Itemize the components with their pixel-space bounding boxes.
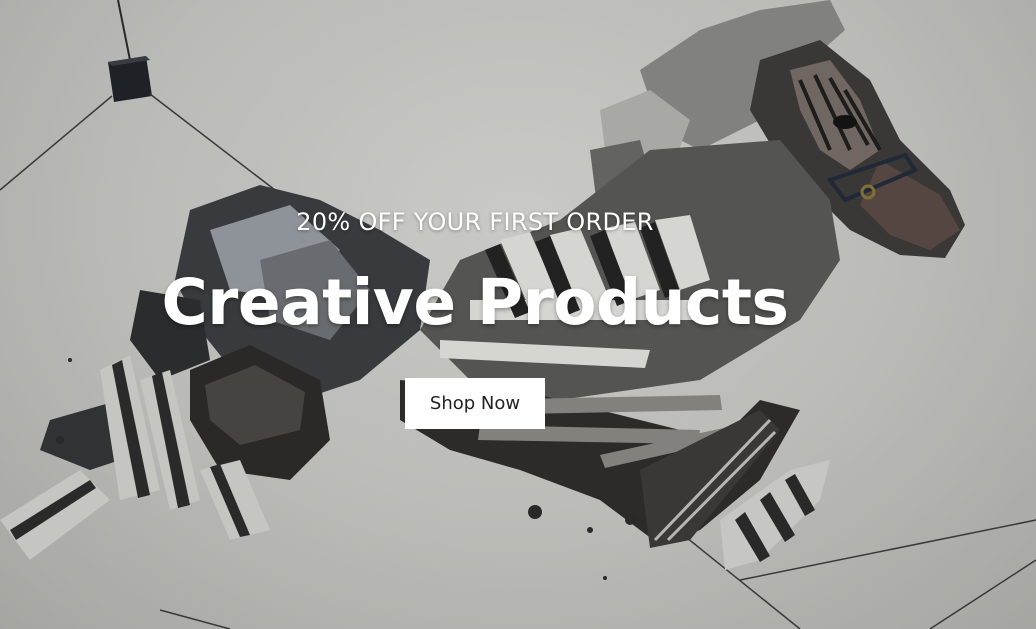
promo-text: 20% OFF YOUR FIRST ORDER	[296, 208, 654, 236]
hero-headline: Creative Products	[161, 266, 789, 339]
shop-now-button[interactable]: Shop Now	[405, 378, 545, 429]
hero-content: 20% OFF YOUR FIRST ORDER Creative Produc…	[0, 0, 1036, 629]
hero-banner: 20% OFF YOUR FIRST ORDER Creative Produc…	[0, 0, 1036, 629]
